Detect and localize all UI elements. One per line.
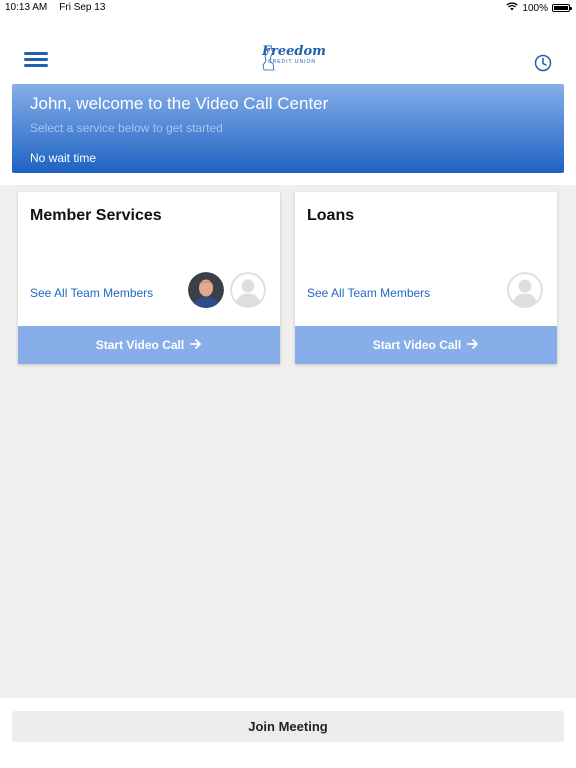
- battery-icon: [552, 4, 572, 12]
- placeholder-avatar-icon[interactable]: [507, 272, 543, 308]
- status-bar: 10:13 AM Fri Sep 13 100%: [0, 0, 576, 16]
- service-card-member-services: Member Services See All Team Members Sta…: [18, 192, 280, 364]
- status-date: Fri Sep 13: [59, 2, 106, 13]
- arrow-right-icon: [190, 338, 202, 353]
- banner-title: John, welcome to the Video Call Center: [30, 94, 329, 113]
- service-card-loans: Loans See All Team Members Start Video C…: [295, 192, 557, 364]
- wifi-icon: [506, 2, 519, 14]
- logo-mark-icon: [262, 47, 275, 71]
- placeholder-avatar-icon[interactable]: [230, 272, 266, 308]
- see-all-team-members-link[interactable]: See All Team Members: [30, 286, 153, 300]
- join-meeting-button[interactable]: Join Meeting: [12, 711, 564, 742]
- wait-status: No wait time: [30, 151, 97, 165]
- welcome-banner: John, welcome to the Video Call Center S…: [12, 84, 564, 173]
- team-member-avatar[interactable]: [188, 272, 224, 308]
- battery-level: [554, 6, 568, 10]
- bottom-bar: Join Meeting: [0, 698, 576, 768]
- freedom-logo: Freedom CREDIT UNION: [262, 45, 326, 75]
- hamburger-menu-icon[interactable]: [24, 52, 48, 70]
- app-header: Freedom CREDIT UNION: [0, 40, 576, 84]
- services-area: Member Services See All Team Members Sta…: [0, 185, 576, 698]
- battery-percent: 100%: [522, 2, 548, 14]
- start-video-call-button[interactable]: Start Video Call: [295, 326, 557, 364]
- arrow-right-icon: [467, 338, 479, 353]
- service-title: Loans: [307, 207, 355, 224]
- service-title: Member Services: [30, 207, 162, 224]
- start-video-call-label: Start Video Call: [372, 338, 462, 352]
- banner-subtitle: Select a service below to get started: [30, 121, 223, 135]
- see-all-team-members-link[interactable]: See All Team Members: [307, 286, 430, 300]
- status-time: 10:13 AM: [5, 2, 48, 13]
- start-video-call-label: Start Video Call: [95, 338, 185, 352]
- start-video-call-button[interactable]: Start Video Call: [18, 326, 280, 364]
- clock-icon[interactable]: [534, 54, 552, 72]
- join-meeting-label: Join Meeting: [248, 719, 328, 734]
